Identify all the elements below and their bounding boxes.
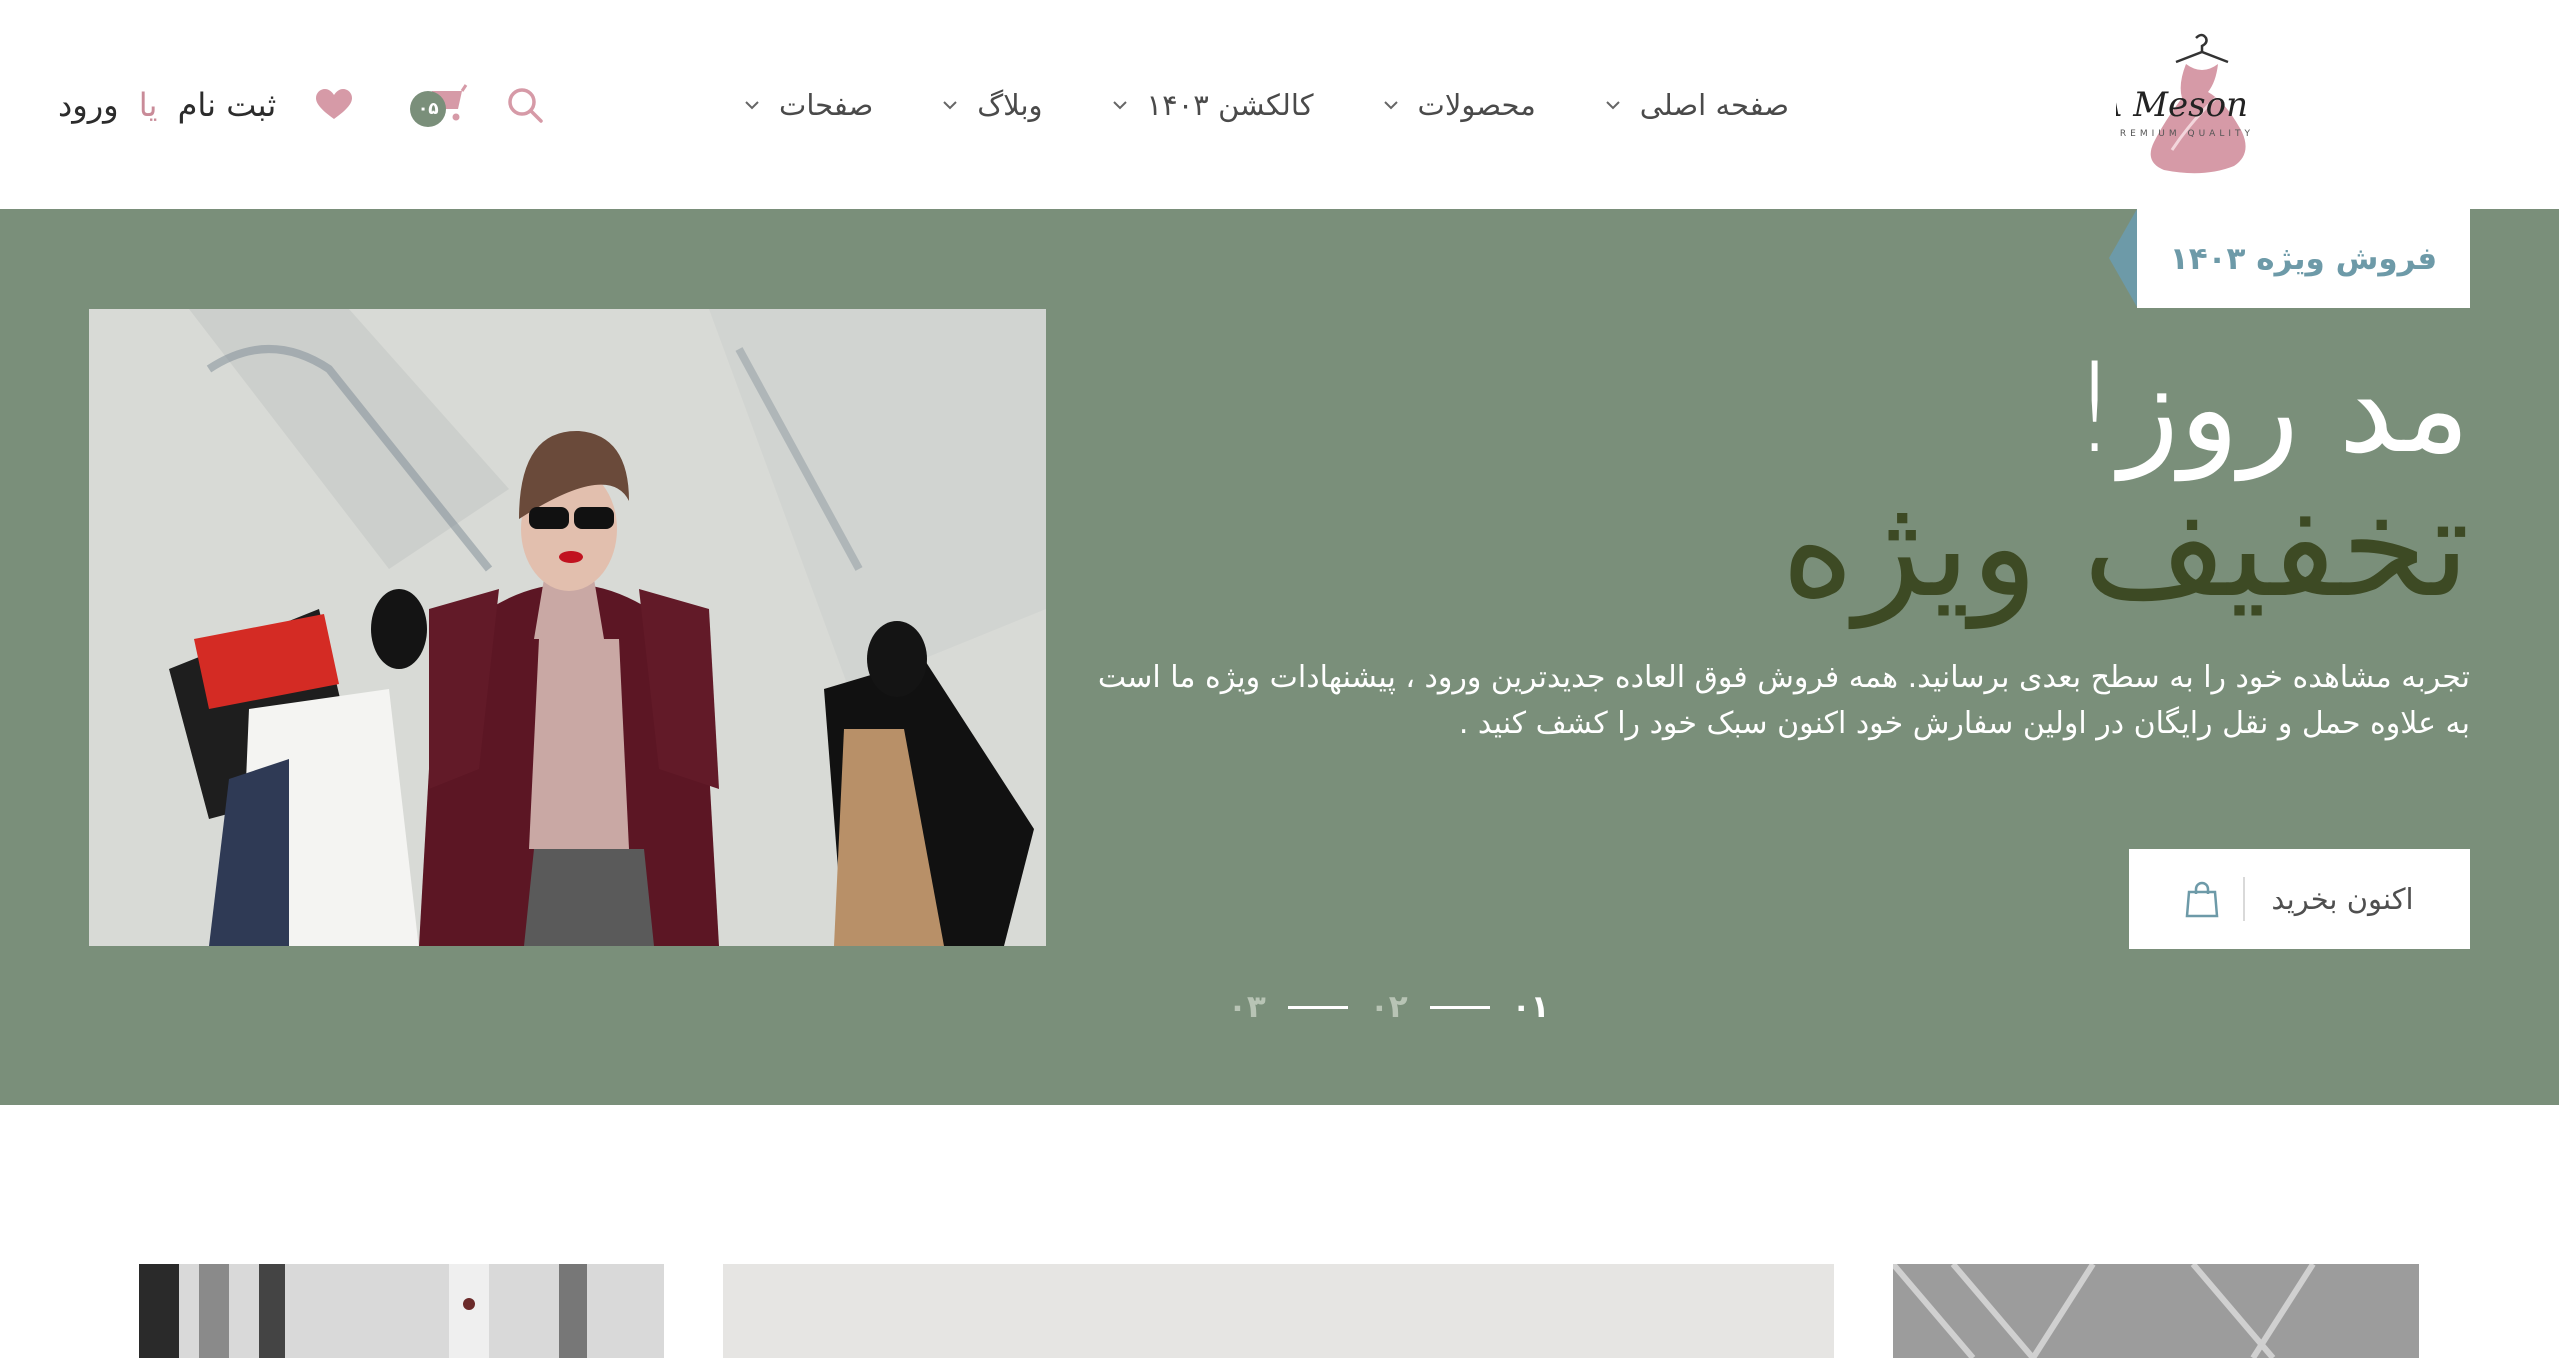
cart-button[interactable]: ۰۵ <box>410 83 468 127</box>
shop-now-button[interactable]: اکنون بخرید <box>2129 849 2470 949</box>
slider-pagination: ۰۳ ۰۲ ۰۱ <box>1228 989 1550 1025</box>
main-nav: صفحه اصلی محصولات کالکشن ۱۴۰۳ وبلاگ صفحا… <box>675 0 1789 209</box>
nav-item-label: کالکشن ۱۴۰۳ <box>1146 87 1314 122</box>
auth-links: ثبت نام یا ورود <box>58 86 276 124</box>
chevron-down-icon <box>745 100 759 109</box>
hero-title-line2: تخفیف ویژه <box>1781 466 2470 629</box>
category-card-right[interactable] <box>1893 1264 2419 1358</box>
header-tools: ثبت نام یا ورود ۰۵ <box>58 0 544 209</box>
nav-item-home[interactable]: صفحه اصلی <box>1604 88 1789 122</box>
chevron-down-icon <box>943 100 957 109</box>
hero-photo-woman-shopping <box>89 309 1046 946</box>
site-header: RASA Meson PREMIUM QUALITY صفحه اصلی محص… <box>0 0 2559 209</box>
hero-title-line1: مد روز! <box>2069 337 2470 481</box>
chevron-down-icon <box>1383 100 1398 109</box>
logo-wordmark: RASA Meson <box>2116 85 2248 125</box>
slide-divider <box>1287 1005 1348 1009</box>
logo-dress-icon: RASA Meson PREMIUM QUALITY <box>2023 33 2254 174</box>
category-card-center[interactable] <box>723 1264 1834 1358</box>
hero-slider: فروش ویژه ۱۴۰۳ مد روز! تخفیف ویژه تجربه … <box>0 209 2559 1105</box>
login-link[interactable]: ورود <box>58 86 119 124</box>
search-icon[interactable] <box>506 86 544 124</box>
nav-item-label: محصولات <box>1417 87 1536 122</box>
shop-now-label: اکنون بخرید <box>2243 877 2414 921</box>
slide-dot-2[interactable]: ۰۲ <box>1370 989 1408 1025</box>
shopping-bag-icon <box>2186 881 2219 918</box>
category-image-right <box>1893 1264 2419 1358</box>
register-link[interactable]: ثبت نام <box>178 86 277 124</box>
slide-dot-1[interactable]: ۰۱ <box>1512 989 1550 1025</box>
category-image-center <box>723 1264 1834 1358</box>
nav-item-label: وبلاگ <box>977 87 1043 122</box>
svg-text:PREMIUM QUALITY: PREMIUM QUALITY <box>2116 129 2254 139</box>
chevron-down-icon <box>1606 100 1620 109</box>
category-image-belts <box>139 1264 664 1358</box>
auth-separator: یا <box>138 85 158 124</box>
cart-count-badge: ۰۵ <box>410 90 447 127</box>
slide-dot-3[interactable]: ۰۳ <box>1228 989 1266 1025</box>
hero-image <box>89 309 1046 946</box>
nav-item-collection[interactable]: کالکشن ۱۴۰۳ <box>1111 88 1314 122</box>
site-logo[interactable]: RASA Meson PREMIUM QUALITY <box>2023 28 2446 188</box>
slide-divider <box>1429 1005 1490 1009</box>
nav-item-blog[interactable]: وبلاگ <box>941 87 1043 122</box>
hero-description-line2: به علاوه حمل و نقل رایگان در اولین سفارش… <box>1458 706 2470 741</box>
nav-item-pages[interactable]: صفحات <box>743 88 873 122</box>
hero-description-line1: تجربه مشاهده خود را به سطح بعدی برسانید.… <box>1097 660 2470 695</box>
chevron-down-icon <box>1112 100 1127 109</box>
nav-item-products[interactable]: محصولات <box>1382 88 1536 122</box>
category-card-left[interactable] <box>139 1264 664 1358</box>
heart-icon[interactable] <box>316 88 353 121</box>
hero-description: تجربه مشاهده خود را به سطح بعدی برسانید.… <box>1075 655 2470 747</box>
nav-item-label: صفحات <box>779 87 874 122</box>
nav-item-label: صفحه اصلی <box>1639 87 1789 122</box>
hero-tag: فروش ویژه ۱۴۰۳ <box>2109 209 2470 308</box>
